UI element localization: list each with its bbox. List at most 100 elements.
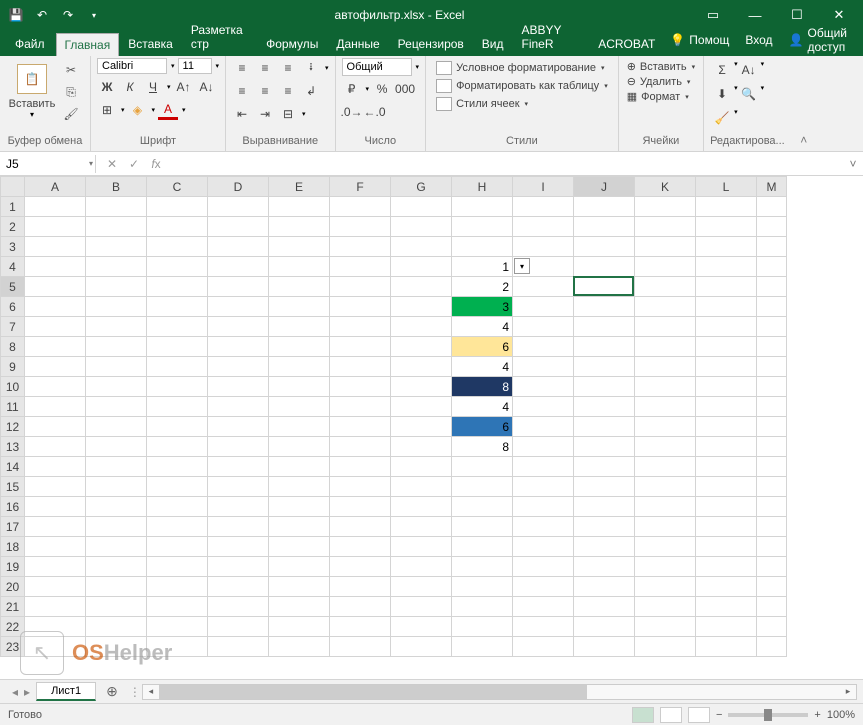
cell-G11[interactable] <box>391 397 452 417</box>
row-header-9[interactable]: 9 <box>1 357 25 377</box>
cell-F14[interactable] <box>330 457 391 477</box>
cell-A9[interactable] <box>25 357 86 377</box>
autosum-icon[interactable]: Σ <box>712 60 732 80</box>
clear-icon[interactable]: 🧹 <box>712 108 732 128</box>
cut-icon[interactable]: ✂ <box>60 60 82 80</box>
cell-D4[interactable] <box>208 257 269 277</box>
cell-F22[interactable] <box>330 617 391 637</box>
row-header-19[interactable]: 19 <box>1 557 25 577</box>
cell-H16[interactable] <box>452 497 513 517</box>
cell-A4[interactable] <box>25 257 86 277</box>
cell-H8[interactable]: 6 <box>452 337 513 357</box>
cell-H1[interactable] <box>452 197 513 217</box>
cell-B1[interactable] <box>86 197 147 217</box>
cell-C20[interactable] <box>147 577 208 597</box>
cell-K23[interactable] <box>635 637 696 657</box>
expand-formula-bar-icon[interactable]: ˅ <box>843 157 863 171</box>
cell-D10[interactable] <box>208 377 269 397</box>
col-header-E[interactable]: E <box>269 177 330 197</box>
cell-C3[interactable] <box>147 237 208 257</box>
cell-J11[interactable] <box>574 397 635 417</box>
cell-F18[interactable] <box>330 537 391 557</box>
cell-J8[interactable] <box>574 337 635 357</box>
find-select-icon[interactable]: 🔍 <box>739 84 759 104</box>
tab-разметка стр[interactable]: Разметка стр <box>182 18 257 56</box>
cell-I16[interactable] <box>513 497 574 517</box>
cell-E3[interactable] <box>269 237 330 257</box>
cell-I20[interactable] <box>513 577 574 597</box>
col-header-F[interactable]: F <box>330 177 391 197</box>
cell-F10[interactable] <box>330 377 391 397</box>
align-right-icon[interactable]: ≡ <box>278 81 298 101</box>
cell-H20[interactable] <box>452 577 513 597</box>
cell-K10[interactable] <box>635 377 696 397</box>
cell-A20[interactable] <box>25 577 86 597</box>
cell-K20[interactable] <box>635 577 696 597</box>
tab-abbyy finer[interactable]: ABBYY FineR <box>513 18 590 56</box>
cell-K2[interactable] <box>635 217 696 237</box>
cell-styles-button[interactable]: Стили ячеек▾ <box>434 96 530 112</box>
cell-H10[interactable]: 8 <box>452 377 513 397</box>
cell-M12[interactable] <box>757 417 787 437</box>
col-header-K[interactable]: K <box>635 177 696 197</box>
row-header-21[interactable]: 21 <box>1 597 25 617</box>
cell-K14[interactable] <box>635 457 696 477</box>
page-break-view-button[interactable] <box>688 707 710 723</box>
cell-L16[interactable] <box>696 497 757 517</box>
cell-A2[interactable] <box>25 217 86 237</box>
cell-E7[interactable] <box>269 317 330 337</box>
cell-C7[interactable] <box>147 317 208 337</box>
cell-H18[interactable] <box>452 537 513 557</box>
cell-L23[interactable] <box>696 637 757 657</box>
cell-H19[interactable] <box>452 557 513 577</box>
cell-K4[interactable] <box>635 257 696 277</box>
cell-K9[interactable] <box>635 357 696 377</box>
cell-B7[interactable] <box>86 317 147 337</box>
cell-G18[interactable] <box>391 537 452 557</box>
tab-главная[interactable]: Главная <box>56 33 120 56</box>
cell-D5[interactable] <box>208 277 269 297</box>
cell-E6[interactable] <box>269 297 330 317</box>
cell-B3[interactable] <box>86 237 147 257</box>
cell-E15[interactable] <box>269 477 330 497</box>
wrap-text-icon[interactable]: ↲ <box>301 81 321 101</box>
cell-I23[interactable] <box>513 637 574 657</box>
cell-D9[interactable] <box>208 357 269 377</box>
cell-K18[interactable] <box>635 537 696 557</box>
sheet-nav-next-icon[interactable]: ▸ <box>24 685 30 699</box>
cell-L5[interactable] <box>696 277 757 297</box>
cell-F5[interactable] <box>330 277 391 297</box>
cell-B18[interactable] <box>86 537 147 557</box>
cell-H21[interactable] <box>452 597 513 617</box>
cell-D17[interactable] <box>208 517 269 537</box>
cell-F11[interactable] <box>330 397 391 417</box>
align-center-icon[interactable]: ≡ <box>255 81 275 101</box>
cell-C21[interactable] <box>147 597 208 617</box>
row-header-20[interactable]: 20 <box>1 577 25 597</box>
cell-B5[interactable] <box>86 277 147 297</box>
cell-L12[interactable] <box>696 417 757 437</box>
cell-E21[interactable] <box>269 597 330 617</box>
col-header-A[interactable]: A <box>25 177 86 197</box>
cell-D1[interactable] <box>208 197 269 217</box>
cell-E5[interactable] <box>269 277 330 297</box>
cell-B16[interactable] <box>86 497 147 517</box>
cell-K22[interactable] <box>635 617 696 637</box>
cell-H5[interactable]: 2 <box>452 277 513 297</box>
cell-J2[interactable] <box>574 217 635 237</box>
cell-D12[interactable] <box>208 417 269 437</box>
cell-D23[interactable] <box>208 637 269 657</box>
cell-A15[interactable] <box>25 477 86 497</box>
cell-B9[interactable] <box>86 357 147 377</box>
align-bottom-icon[interactable]: ≡ <box>278 58 298 78</box>
row-header-12[interactable]: 12 <box>1 417 25 437</box>
cell-G22[interactable] <box>391 617 452 637</box>
col-header-H[interactable]: H <box>452 177 513 197</box>
cell-D15[interactable] <box>208 477 269 497</box>
cell-L20[interactable] <box>696 577 757 597</box>
cell-J19[interactable] <box>574 557 635 577</box>
tab-данные[interactable]: Данные <box>327 32 388 56</box>
cell-A10[interactable] <box>25 377 86 397</box>
cell-E11[interactable] <box>269 397 330 417</box>
cell-G23[interactable] <box>391 637 452 657</box>
